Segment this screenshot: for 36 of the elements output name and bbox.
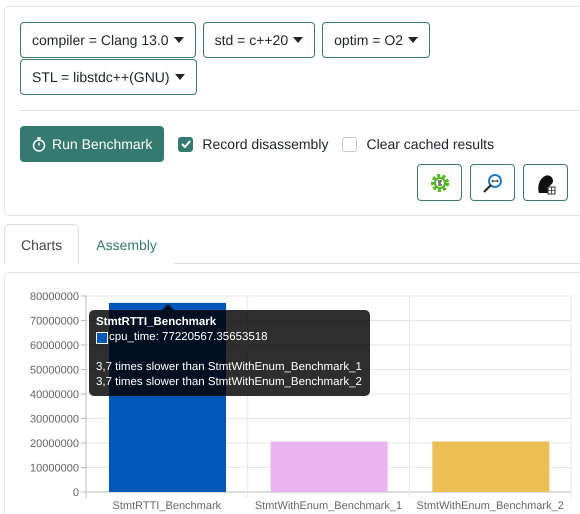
stopwatch-icon <box>32 136 46 152</box>
y-axis-label: 70000000 <box>30 316 79 328</box>
option-dropdown[interactable]: STL = libstdc++(GNU) <box>20 59 197 95</box>
caret-icon <box>174 74 185 80</box>
x-axis-label: StmtRTTI_Benchmark <box>112 500 222 512</box>
gear-icon-button[interactable] <box>417 164 462 201</box>
caret-icon <box>293 37 304 43</box>
option-dropdown[interactable]: optim = O2 <box>322 22 430 58</box>
x-axis-label: StmtWithEnum_Benchmark_1 <box>254 500 402 512</box>
y-axis-label: 50000000 <box>30 364 79 376</box>
gear-icon <box>430 172 450 192</box>
checkbox[interactable] <box>342 136 358 152</box>
tab[interactable]: Charts <box>4 224 80 264</box>
beaver-icon-button[interactable] <box>523 164 568 201</box>
caret-icon <box>408 37 418 43</box>
checkbox[interactable] <box>178 136 194 152</box>
y-axis-label: 40000000 <box>30 389 79 401</box>
tooltip-title: StmtRTTI_Benchmark <box>96 315 218 330</box>
magnifier-icon-button[interactable] <box>470 164 515 201</box>
run-benchmark-button[interactable]: Run Benchmark <box>20 126 164 162</box>
option-dropdown[interactable]: std = c++20 <box>202 22 316 58</box>
tooltip-note: 3,7 times slower than StmtWithEnum_Benchmark_2 <box>96 375 362 390</box>
y-axis-label: 80000000 <box>30 291 79 303</box>
tooltip-note: 3,7 times slower than StmtWithEnum_Benchmark_1 <box>96 360 362 375</box>
caret-icon <box>174 37 184 43</box>
y-axis-label: 60000000 <box>30 340 79 352</box>
y-axis-label: 30000000 <box>30 414 79 426</box>
checkbox-label[interactable]: Record disassembly <box>178 136 328 152</box>
checkbox-label[interactable]: Clear cached results <box>342 136 494 152</box>
option-dropdown[interactable]: compiler = Clang 13.0 <box>20 22 196 58</box>
y-axis-label: 10000000 <box>30 462 79 474</box>
search-icon <box>482 172 504 194</box>
x-axis-label: StmtWithEnum_Benchmark_2 <box>416 500 564 512</box>
tooltip-value: cpu_time: 77220567.35653518 <box>109 330 268 345</box>
y-axis-label: 0 <box>72 487 79 499</box>
y-axis-label: 20000000 <box>30 438 79 450</box>
